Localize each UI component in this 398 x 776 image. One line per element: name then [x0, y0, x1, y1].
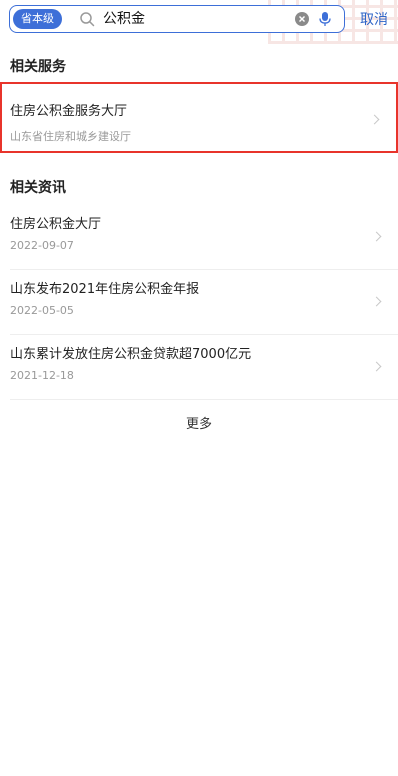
news-title: 山东累计发放住房公积金贷款超7000亿元: [10, 347, 252, 362]
news-item[interactable]: 山东发布2021年住房公积金年报 2022-05-05: [10, 270, 398, 335]
news-date: 2021-12-18: [10, 369, 74, 382]
clear-icon[interactable]: [295, 12, 309, 26]
chevron-right-icon: [371, 231, 382, 242]
cancel-button[interactable]: 取消: [360, 9, 388, 29]
news-title: 山东发布2021年住房公积金年报: [10, 282, 200, 297]
search-input[interactable]: 公积金: [103, 9, 145, 29]
news-title: 住房公积金大厅: [10, 217, 102, 232]
service-department: 山东省住房和城乡建设厅: [10, 130, 131, 143]
services-section-title: 相关服务: [10, 59, 66, 75]
news-section-title: 相关资讯: [10, 180, 66, 196]
search-header: 省本级 公积金 取消: [0, 0, 398, 44]
service-name: 住房公积金服务大厅: [10, 104, 128, 119]
search-box[interactable]: 省本级 公积金: [9, 5, 345, 33]
service-item-highlighted[interactable]: 住房公积金服务大厅 山东省住房和城乡建设厅: [0, 82, 398, 153]
chevron-right-icon: [371, 296, 382, 307]
more-button[interactable]: 更多: [0, 413, 398, 432]
microphone-icon[interactable]: [318, 11, 332, 27]
scope-selector[interactable]: 省本级: [13, 9, 62, 29]
news-item[interactable]: 住房公积金大厅 2022-09-07: [10, 205, 398, 270]
chevron-right-icon: [371, 361, 382, 372]
news-date: 2022-09-07: [10, 239, 74, 252]
news-item[interactable]: 山东累计发放住房公积金贷款超7000亿元 2021-12-18: [10, 335, 398, 400]
chevron-right-icon: [369, 114, 380, 125]
search-icon: [80, 12, 95, 27]
news-date: 2022-05-05: [10, 304, 74, 317]
